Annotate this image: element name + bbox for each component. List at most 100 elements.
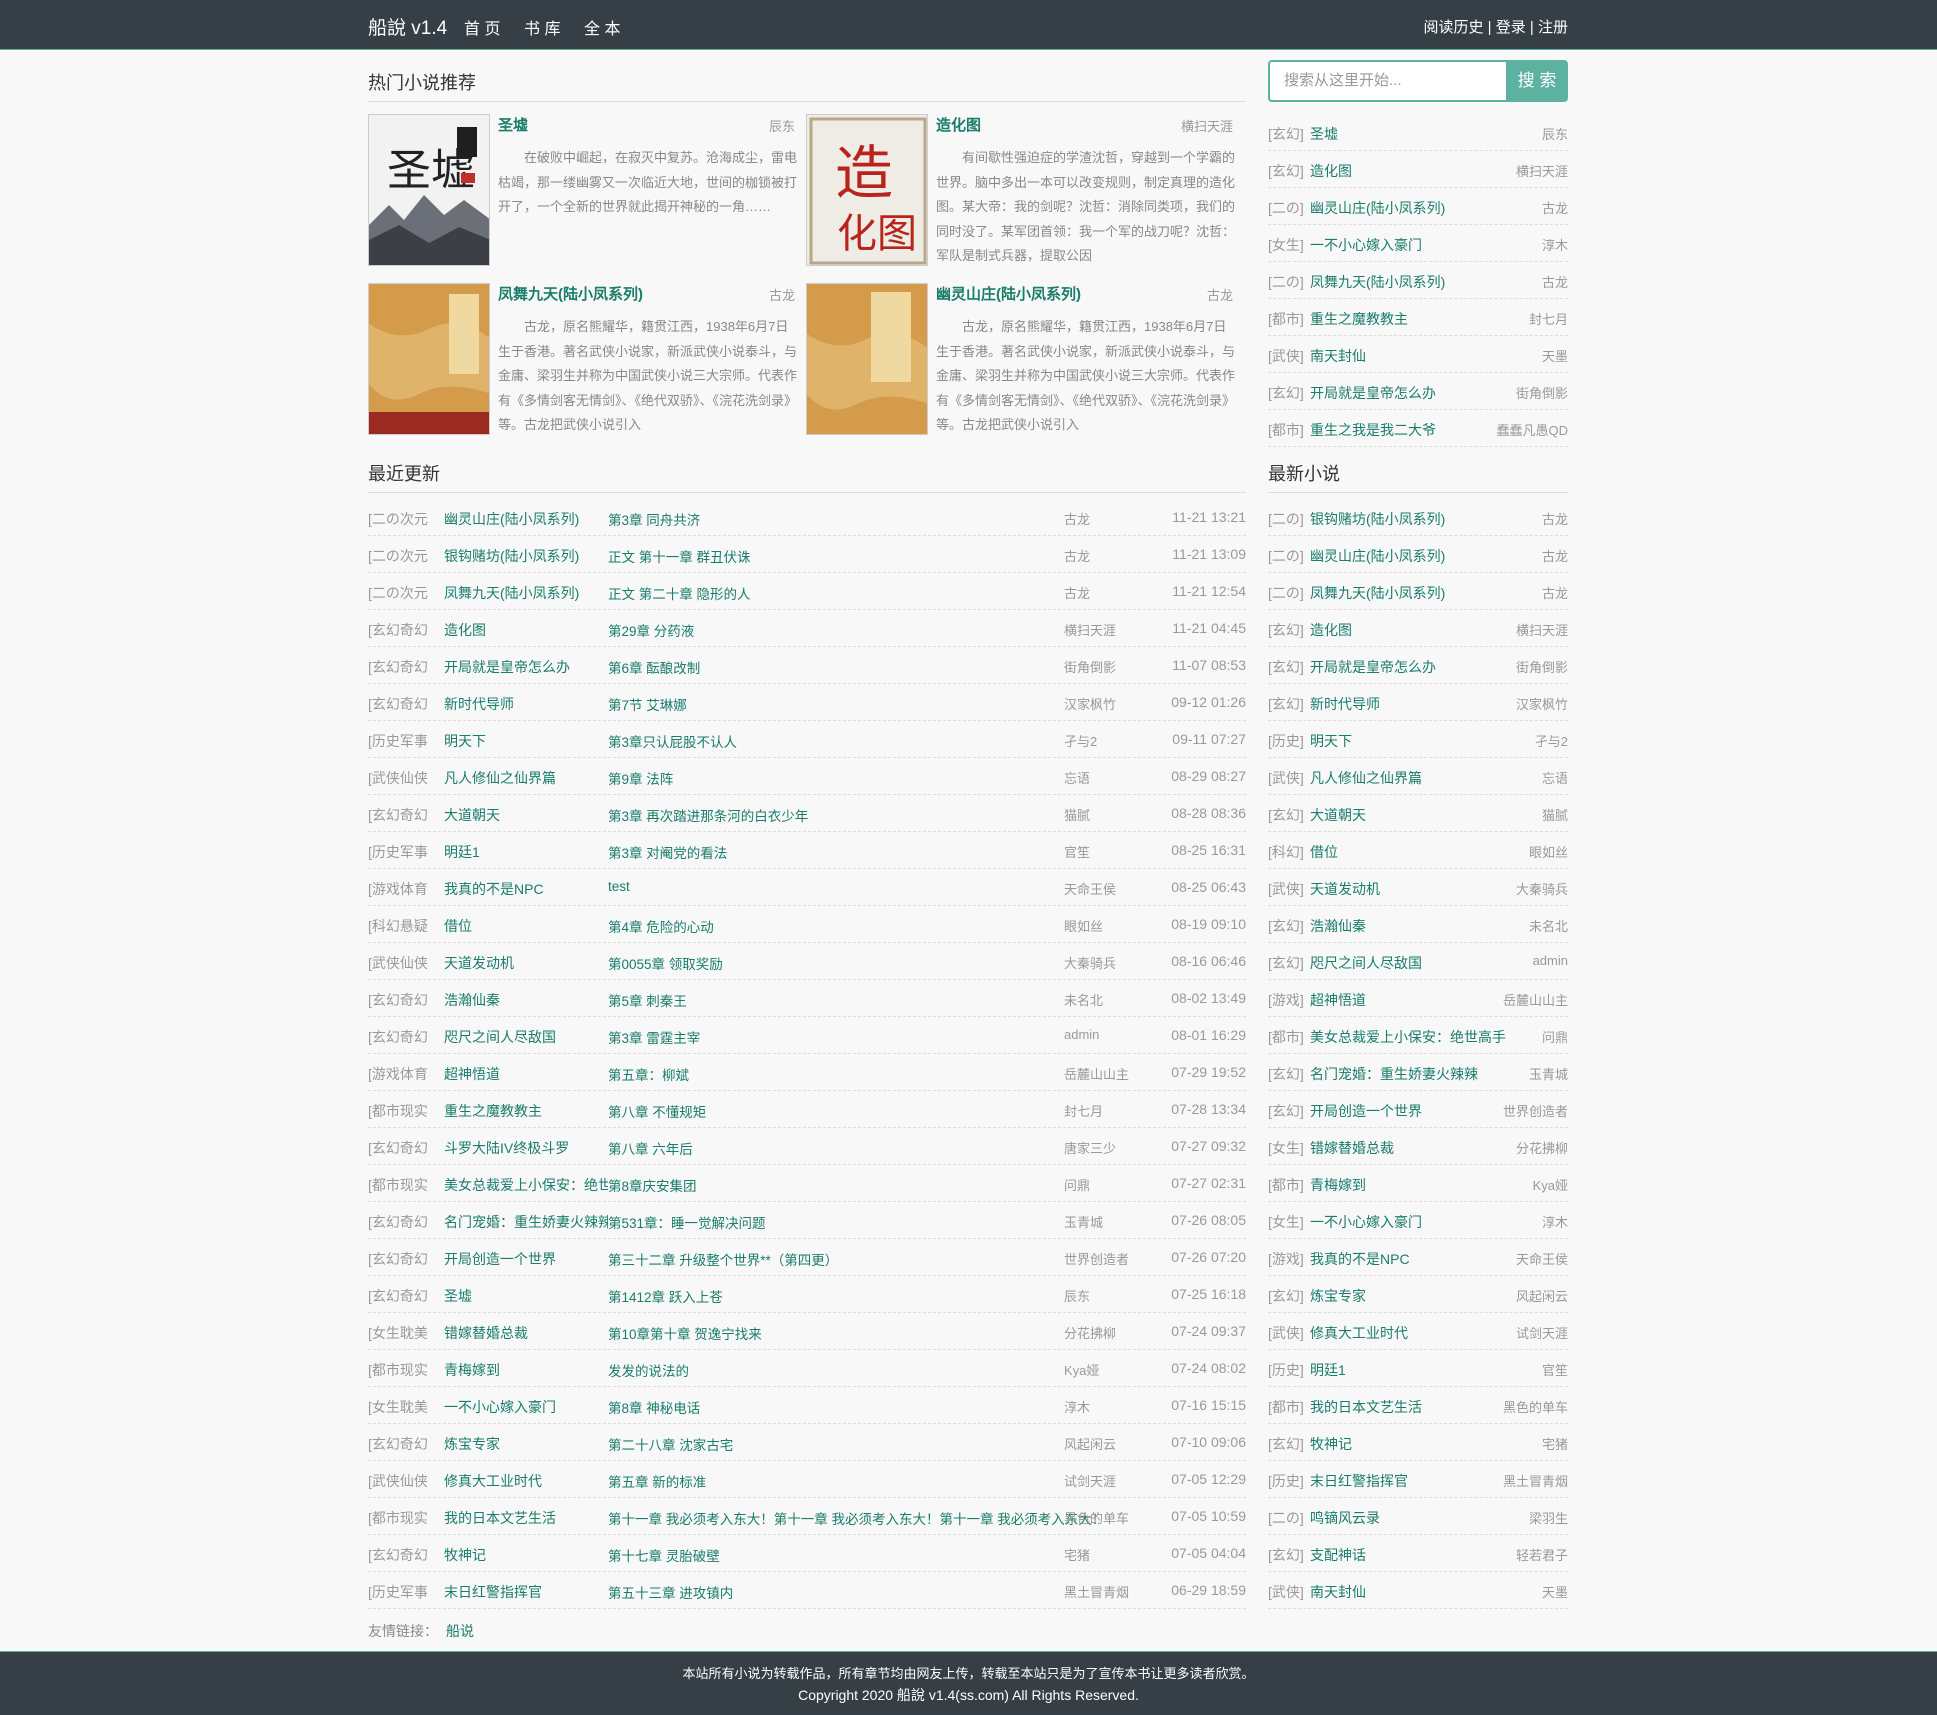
book-title[interactable]: 造化图 bbox=[936, 114, 981, 135]
novel-title-link[interactable]: 明天下 bbox=[444, 731, 608, 751]
chapter-link[interactable]: 第3章只认屁股不认人 bbox=[608, 731, 1118, 751]
novel-title-link[interactable]: 炼宝专家 bbox=[444, 1434, 608, 1454]
novel-title-link[interactable]: 开局创造一个世界 bbox=[444, 1249, 608, 1269]
novel-title-link[interactable]: 一不小心嫁入豪门 bbox=[1310, 1212, 1422, 1232]
novel-title-link[interactable]: 幽灵山庄(陆小凤系列) bbox=[444, 509, 608, 529]
reading-history-link[interactable]: 阅读历史 bbox=[1423, 19, 1483, 36]
novel-title-link[interactable]: 超神悟道 bbox=[1310, 990, 1366, 1010]
chapter-link[interactable]: 第3章 再次踏进那条河的白衣少年 bbox=[608, 805, 1118, 825]
novel-title-link[interactable]: 支配神话 bbox=[1310, 1545, 1366, 1565]
novel-title-link[interactable]: 我真的不是NPC bbox=[1310, 1249, 1410, 1269]
novel-title-link[interactable]: 我真的不是NPC bbox=[444, 879, 608, 899]
novel-title-link[interactable]: 圣墟 bbox=[444, 1286, 608, 1306]
novel-title-link[interactable]: 末日红警指挥官 bbox=[1310, 1471, 1408, 1491]
novel-title-link[interactable]: 开局创造一个世界 bbox=[1310, 1101, 1422, 1121]
chapter-link[interactable]: 第八章 不懂规矩 bbox=[608, 1101, 1118, 1121]
novel-title-link[interactable]: 重生之我是我二大爷 bbox=[1310, 420, 1436, 440]
novel-title-link[interactable]: 一不小心嫁入豪门 bbox=[1310, 235, 1422, 255]
novel-title-link[interactable]: 造化图 bbox=[1310, 161, 1352, 181]
chapter-link[interactable]: 第7节 艾琳娜 bbox=[608, 694, 1118, 714]
book-cover-image[interactable] bbox=[368, 283, 490, 435]
chapter-link[interactable]: 第八章 六年后 bbox=[608, 1138, 1118, 1158]
novel-title-link[interactable]: 大道朝天 bbox=[1310, 805, 1366, 825]
nav-complete[interactable]: 全 本 bbox=[584, 15, 620, 39]
login-link[interactable]: 登录 bbox=[1496, 19, 1526, 36]
chapter-link[interactable]: test bbox=[608, 879, 1118, 894]
book-author[interactable]: 横扫天涯 bbox=[1181, 116, 1233, 135]
novel-title-link[interactable]: 南天封仙 bbox=[1310, 1582, 1366, 1602]
chapter-link[interactable]: 第3章 雷霆主宰 bbox=[608, 1027, 1118, 1047]
novel-title-link[interactable]: 我的日本文艺生活 bbox=[444, 1508, 608, 1528]
chapter-link[interactable]: 第五十三章 进攻镇内 bbox=[608, 1582, 1118, 1602]
novel-title-link[interactable]: 咫尺之间人尽敌国 bbox=[1310, 953, 1422, 973]
chapter-link[interactable]: 发发的说法的 bbox=[608, 1360, 1118, 1380]
chapter-link[interactable]: 正文 第十一章 群丑伏诛 bbox=[608, 546, 1118, 566]
novel-title-link[interactable]: 大道朝天 bbox=[444, 805, 608, 825]
chapter-link[interactable]: 第9章 法阵 bbox=[608, 768, 1118, 788]
novel-title-link[interactable]: 凡人修仙之仙界篇 bbox=[1310, 768, 1422, 788]
novel-title-link[interactable]: 银钩赌坊(陆小凤系列) bbox=[1310, 509, 1445, 529]
book-title[interactable]: 圣墟 bbox=[498, 114, 528, 135]
chapter-link[interactable]: 第3章 同舟共济 bbox=[608, 509, 1118, 529]
chapter-link[interactable]: 第1412章 跃入上苍 bbox=[608, 1286, 1118, 1306]
novel-title-link[interactable]: 造化图 bbox=[1310, 620, 1352, 640]
novel-title-link[interactable]: 凤舞九天(陆小凤系列) bbox=[444, 583, 608, 603]
novel-title-link[interactable]: 明廷1 bbox=[444, 842, 608, 862]
novel-title-link[interactable]: 明天下 bbox=[1310, 731, 1352, 751]
nav-library[interactable]: 书 库 bbox=[524, 15, 560, 39]
novel-title-link[interactable]: 银钩赌坊(陆小凤系列) bbox=[444, 546, 608, 566]
book-author[interactable]: 辰东 bbox=[769, 116, 795, 135]
novel-title-link[interactable]: 浩瀚仙秦 bbox=[444, 990, 608, 1010]
book-cover-image[interactable] bbox=[806, 283, 928, 435]
novel-title-link[interactable]: 青梅嫁到 bbox=[444, 1360, 608, 1380]
nav-home[interactable]: 首 页 bbox=[464, 15, 500, 39]
search-button[interactable]: 搜 索 bbox=[1506, 60, 1568, 102]
search-input[interactable]: 搜索从这里开始... bbox=[1268, 60, 1506, 102]
novel-title-link[interactable]: 美女总裁爱上小保安：绝世高手 bbox=[1310, 1027, 1506, 1047]
novel-title-link[interactable]: 名门宠婚：重生娇妻火辣辣 bbox=[444, 1212, 608, 1232]
novel-title-link[interactable]: 开局就是皇帝怎么办 bbox=[1310, 657, 1436, 677]
novel-title-link[interactable]: 青梅嫁到 bbox=[1310, 1175, 1366, 1195]
novel-title-link[interactable]: 开局就是皇帝怎么办 bbox=[444, 657, 608, 677]
novel-title-link[interactable]: 修真大工业时代 bbox=[444, 1471, 608, 1491]
chapter-link[interactable]: 第6章 酝酿改制 bbox=[608, 657, 1118, 677]
novel-title-link[interactable]: 重生之魔教教主 bbox=[1310, 309, 1408, 329]
book-cover-image[interactable]: 造 化图 bbox=[806, 114, 928, 266]
book-author[interactable]: 古龙 bbox=[769, 285, 795, 304]
novel-title-link[interactable]: 浩瀚仙秦 bbox=[1310, 916, 1366, 936]
chapter-link[interactable]: 第8章庆安集团 bbox=[608, 1175, 1118, 1195]
novel-title-link[interactable]: 斗罗大陆IV终极斗罗 bbox=[444, 1138, 608, 1158]
register-link[interactable]: 注册 bbox=[1538, 19, 1568, 36]
chapter-link[interactable]: 第29章 分药液 bbox=[608, 620, 1118, 640]
novel-title-link[interactable]: 幽灵山庄(陆小凤系列) bbox=[1310, 198, 1445, 218]
novel-title-link[interactable]: 借位 bbox=[444, 916, 608, 936]
novel-title-link[interactable]: 名门宠婚：重生娇妻火辣辣 bbox=[1310, 1064, 1478, 1084]
book-author[interactable]: 古龙 bbox=[1207, 285, 1233, 304]
chapter-link[interactable]: 正文 第二十章 隐形的人 bbox=[608, 583, 1118, 603]
novel-title-link[interactable]: 凡人修仙之仙界篇 bbox=[444, 768, 608, 788]
book-cover-image[interactable]: 圣墟 bbox=[368, 114, 490, 266]
book-title[interactable]: 幽灵山庄(陆小凤系列) bbox=[936, 283, 1081, 304]
novel-title-link[interactable]: 凤舞九天(陆小凤系列) bbox=[1310, 272, 1445, 292]
chapter-link[interactable]: 第十一章 我必须考入东大！第十一章 我必须考入东大！第十一章 我必须考入东大！ bbox=[608, 1508, 1118, 1528]
chapter-link[interactable]: 第5章 刺秦王 bbox=[608, 990, 1118, 1010]
novel-title-link[interactable]: 天道发动机 bbox=[444, 953, 608, 973]
novel-title-link[interactable]: 开局就是皇帝怎么办 bbox=[1310, 383, 1436, 403]
novel-title-link[interactable]: 末日红警指挥官 bbox=[444, 1582, 608, 1602]
novel-title-link[interactable]: 南天封仙 bbox=[1310, 346, 1366, 366]
novel-title-link[interactable]: 咫尺之间人尽敌国 bbox=[444, 1027, 608, 1047]
chapter-link[interactable]: 第531章：睡一觉解决问题 bbox=[608, 1212, 1118, 1232]
novel-title-link[interactable]: 造化图 bbox=[444, 620, 608, 640]
chapter-link[interactable]: 第3章 对阉党的看法 bbox=[608, 842, 1118, 862]
novel-title-link[interactable]: 凤舞九天(陆小凤系列) bbox=[1310, 583, 1445, 603]
friend-link[interactable]: 船说 bbox=[446, 1623, 474, 1639]
novel-title-link[interactable]: 重生之魔教教主 bbox=[444, 1101, 608, 1121]
chapter-link[interactable]: 第十七章 灵胎破壁 bbox=[608, 1545, 1118, 1565]
book-title[interactable]: 凤舞九天(陆小凤系列) bbox=[498, 283, 643, 304]
novel-title-link[interactable]: 错嫁替婚总裁 bbox=[444, 1323, 608, 1343]
novel-title-link[interactable]: 我的日本文艺生活 bbox=[1310, 1397, 1422, 1417]
novel-title-link[interactable]: 新时代导师 bbox=[444, 694, 608, 714]
chapter-link[interactable]: 第五章：柳斌 bbox=[608, 1064, 1118, 1084]
novel-title-link[interactable]: 错嫁替婚总裁 bbox=[1310, 1138, 1394, 1158]
chapter-link[interactable]: 第五章 新的标准 bbox=[608, 1471, 1118, 1491]
